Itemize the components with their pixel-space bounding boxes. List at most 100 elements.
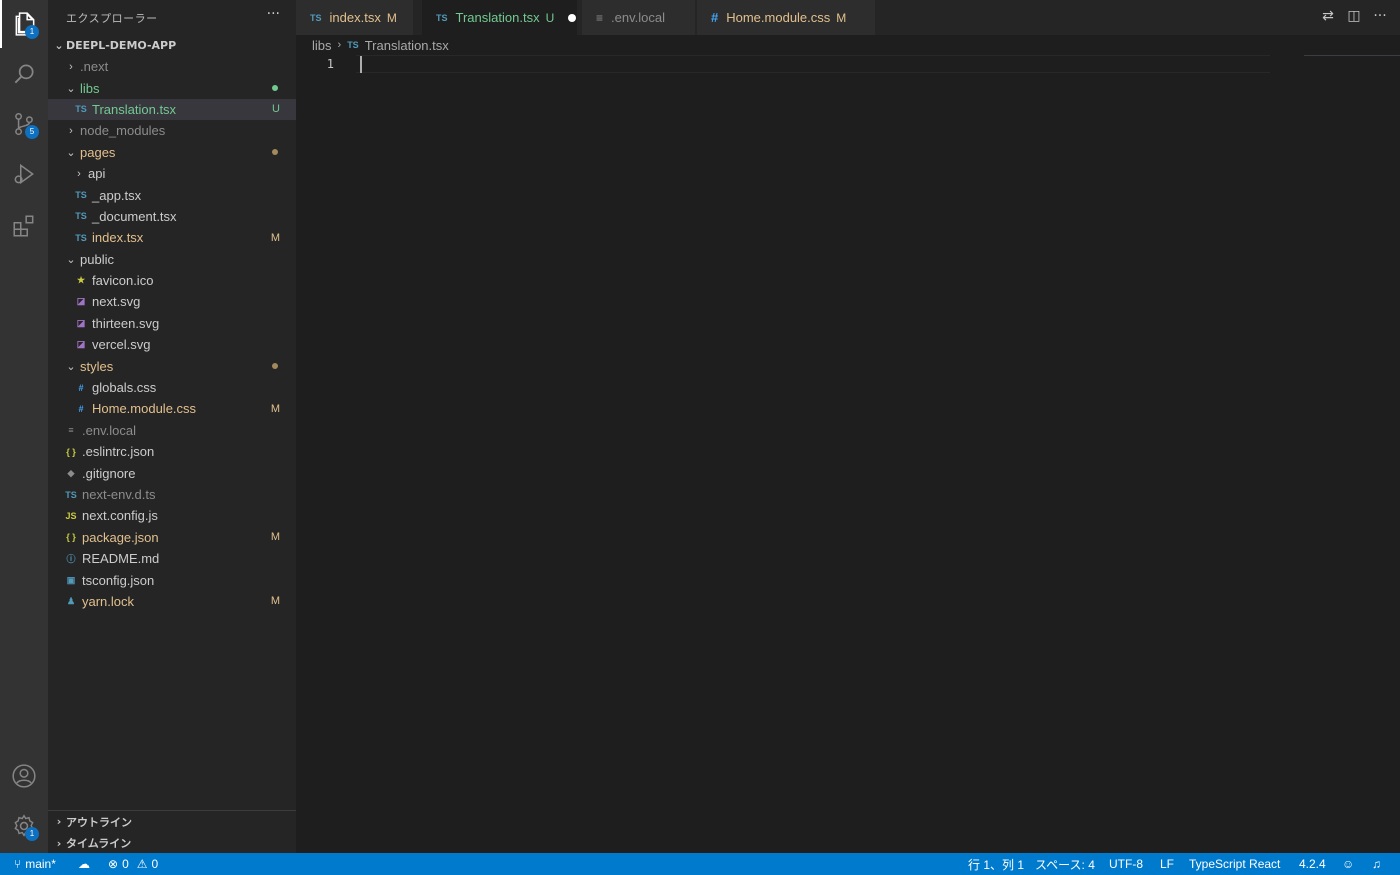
tab-label: Translation.tsx (455, 10, 540, 25)
git-status-badge: M (270, 231, 280, 244)
run-debug-activity-button[interactable] (0, 150, 48, 198)
folder-item[interactable]: ⌄ pages (48, 142, 296, 163)
run-debug-icon (14, 163, 34, 185)
explorer-activity-button[interactable]: 1 (0, 0, 48, 48)
folder-item[interactable]: › .next (48, 56, 296, 77)
tab-label: Home.module.css (726, 10, 831, 25)
file-item[interactable]: TS next-env.d.ts (48, 484, 296, 505)
eol-setting[interactable]: LF (1160, 853, 1174, 875)
folder-changes-dot (272, 149, 278, 156)
unsaved-dot-icon[interactable] (568, 13, 577, 22)
file-item[interactable]: # globals.css (48, 377, 296, 398)
git-branch-icon: ⑂ (14, 857, 22, 871)
notifications-bell-icon[interactable]: ♫ (1372, 853, 1381, 875)
folder-item[interactable]: ⌄ public (48, 249, 296, 270)
tree-item-label: vercel.svg (92, 337, 151, 353)
breadcrumb-folder[interactable]: libs (312, 38, 332, 53)
tree-item-label: next.config.js (82, 508, 158, 524)
typescript-version[interactable]: 4.2.4 (1299, 853, 1326, 875)
file-item[interactable]: ◪ thirteen.svg (48, 313, 296, 334)
workspace-root-label: DEEPL-DEMO-APP (66, 38, 177, 52)
source-control-activity-button[interactable]: 5 (0, 100, 48, 148)
accounts-activity-button[interactable] (0, 752, 48, 800)
file-item[interactable]: { } package.json M (48, 527, 296, 548)
explorer-title: エクスプローラー (66, 12, 158, 25)
git-status-badge: U (272, 103, 280, 116)
tree-item-label: next-env.d.ts (82, 487, 156, 502)
feedback-icon[interactable]: ☺ (1342, 853, 1354, 875)
file-item[interactable]: ◪ next.svg (48, 291, 296, 312)
info-file-icon: ⓘ (66, 554, 76, 565)
settings-file-icon: ≡ (596, 10, 604, 25)
file-item[interactable]: TS _app.tsx (48, 184, 296, 205)
account-icon (12, 764, 36, 788)
breadcrumb-file[interactable]: Translation.tsx (365, 38, 449, 53)
typescript-file-icon: TS (75, 104, 87, 115)
folder-item[interactable]: ⌄ styles (48, 355, 296, 376)
branch-indicator[interactable]: ⑂ main* (14, 853, 56, 875)
file-item[interactable]: ★ favicon.ico (48, 270, 296, 291)
search-icon (14, 64, 34, 84)
typescript-file-icon: TS (75, 232, 87, 243)
file-item[interactable]: ♟ yarn.lock M (48, 591, 296, 612)
explorer-sidebar: エクスプローラー ··· ⌄ DEEPL-DEMO-APP › .next ⌄ lib… (48, 0, 296, 853)
more-actions-icon[interactable]: ··· (1372, 8, 1388, 24)
chevron-right-icon: › (56, 815, 62, 828)
tab-index-tsx[interactable]: TS index.tsx M (296, 0, 414, 35)
tab-translation-tsx[interactable]: TS Translation.tsx U (422, 0, 578, 35)
error-icon: ⊗ (108, 857, 119, 871)
workspace-root-folder[interactable]: ⌄ DEEPL-DEMO-APP (48, 35, 296, 55)
file-item[interactable]: ◆ .gitignore (48, 462, 296, 483)
folder-item[interactable]: › api (48, 163, 296, 184)
cursor-position[interactable]: 行 1、列 1 (968, 853, 1024, 875)
cloud-sync-icon: ☁ (78, 857, 90, 871)
json-file-icon: { } (66, 446, 76, 457)
file-item[interactable]: TS Translation.tsx U (48, 98, 296, 121)
tree-item-label: .env.local (82, 422, 136, 438)
activity-bar: 1 5 1 (0, 0, 48, 853)
file-item[interactable]: # Home.module.css M (48, 398, 296, 419)
language-mode[interactable]: TypeScript React (1189, 853, 1280, 875)
manage-activity-button[interactable]: 1 (0, 802, 48, 850)
outline-section-header[interactable]: › アウトライン (48, 810, 296, 832)
search-activity-button[interactable] (0, 50, 48, 98)
encoding-setting[interactable]: UTF-8 (1109, 853, 1143, 875)
typescript-file-icon: TS (65, 489, 77, 500)
tab-home-module-css[interactable]: # Home.module.css M (697, 0, 876, 35)
split-editor-icon[interactable]: ◫ (1346, 8, 1362, 24)
folder-item[interactable]: ⌄ libs (48, 77, 296, 98)
svg-file-icon: ◪ (76, 339, 86, 350)
warning-icon: ⚠ (136, 857, 148, 871)
tree-item-label: favicon.ico (92, 273, 154, 289)
typescript-file-icon: TS (75, 190, 87, 201)
explorer-more-button[interactable]: ··· (267, 6, 280, 22)
timeline-section-header[interactable]: › タイムライン (48, 832, 296, 854)
file-item[interactable]: { } .eslintrc.json (48, 441, 296, 462)
chevron-right-icon: › (77, 167, 81, 180)
tree-item-label: _app.tsx (92, 187, 142, 203)
problems-indicator[interactable]: ⊗ 0 ⚠ 0 (108, 853, 158, 875)
tree-item-label: globals.css (92, 380, 157, 396)
file-item[interactable]: ◪ vercel.svg (48, 334, 296, 355)
folder-changes-dot (272, 85, 278, 92)
indentation-setting[interactable]: スペース: 4 (1035, 853, 1095, 875)
sync-button[interactable]: ☁ (78, 853, 90, 875)
file-item[interactable]: TS _document.tsx (48, 206, 296, 227)
tree-item-label: pages (80, 144, 116, 160)
file-item[interactable]: JS next.config.js (48, 505, 296, 526)
tab-env-local[interactable]: ≡ .env.local (582, 0, 696, 35)
minimap-slider[interactable] (1304, 55, 1400, 56)
code-editor[interactable]: 1 (296, 55, 1400, 853)
svg-file-icon: ◪ (76, 296, 86, 307)
folder-changes-dot (272, 363, 278, 370)
open-changes-icon[interactable]: ⇄ (1320, 8, 1336, 24)
css-file-icon: # (711, 10, 719, 25)
file-item[interactable]: ≡ .env.local (48, 420, 296, 441)
folder-item[interactable]: › node_modules (48, 120, 296, 141)
extensions-activity-button[interactable] (0, 202, 48, 250)
tab-status: M (386, 10, 397, 25)
file-item[interactable]: ⓘ README.md (48, 548, 296, 569)
file-item[interactable]: TS index.tsx M (48, 227, 296, 248)
tree-item-label: api (88, 166, 106, 182)
file-item[interactable]: ▣ tsconfig.json (48, 569, 296, 590)
